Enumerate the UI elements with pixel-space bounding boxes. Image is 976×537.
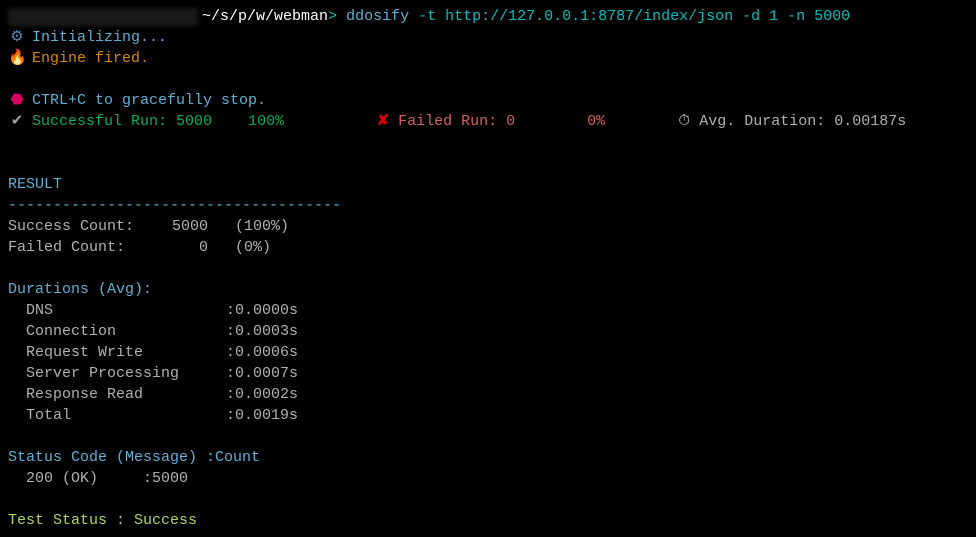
avg-duration-value: 0.00187s <box>834 111 906 132</box>
failed-run-segment: ✘ Failed Run: 0 0% <box>374 111 605 132</box>
x-icon: ✘ <box>374 111 392 132</box>
duration-row: Request Write:0.0006s <box>8 342 968 363</box>
status-code-heading: Status Code (Message) :Count <box>8 447 968 468</box>
failed-run-label: Failed Run: <box>398 111 497 132</box>
failed-count-pct: (0%) <box>235 237 271 258</box>
terminal-output: ~/s/p/w/webman > ddosify -t http://127.0… <box>0 0 976 537</box>
successful-run-count: 5000 <box>176 111 212 132</box>
duration-value: :0.0007s <box>226 363 298 384</box>
current-path: ~/s/p/w/webman <box>202 6 328 27</box>
result-divider: ------------------------------------- <box>8 195 968 216</box>
duration-row: DNS:0.0000s <box>8 300 968 321</box>
stats-row: ✔ Successful Run: 5000 100% ✘ Failed Run… <box>8 111 968 132</box>
status-code-row: 200 (OK) :5000 <box>8 468 968 489</box>
duration-label: Connection <box>26 321 226 342</box>
duration-value: :0.0000s <box>226 300 298 321</box>
engine-fired-text: Engine fired. <box>32 48 149 69</box>
command-args: -t http://127.0.0.1:8787/index/json -d 1… <box>418 6 850 27</box>
duration-label: Total <box>26 405 226 426</box>
test-status-value: Success <box>134 510 197 531</box>
failed-count-label: Failed Count: <box>8 237 148 258</box>
durations-heading: Durations (Avg): <box>8 279 968 300</box>
duration-row: Total:0.0019s <box>8 405 968 426</box>
success-count-pct: (100%) <box>235 216 289 237</box>
ctrlc-line: ⬣ CTRL+C to gracefully stop. <box>8 90 968 111</box>
gear-icon: ⚙ <box>8 27 26 48</box>
duration-row: Server Processing:0.0007s <box>8 363 968 384</box>
duration-label: Server Processing <box>26 363 226 384</box>
engine-fired-line: 🔥 Engine fired. <box>8 48 968 69</box>
failed-run-pct: 0% <box>587 111 605 132</box>
success-count-label: Success Count: <box>8 216 148 237</box>
duration-label: DNS <box>26 300 226 321</box>
check-icon: ✔ <box>8 111 26 132</box>
initializing-text: Initializing... <box>32 27 167 48</box>
successful-run-pct: 100% <box>248 111 284 132</box>
duration-label: Response Read <box>26 384 226 405</box>
failed-run-count: 0 <box>506 111 515 132</box>
avg-duration-segment: ⏱ Avg. Duration: 0.00187s <box>675 111 906 132</box>
successful-run-segment: ✔ Successful Run: 5000 100% <box>8 111 284 132</box>
duration-value: :0.0002s <box>226 384 298 405</box>
duration-value: :0.0003s <box>226 321 298 342</box>
command-name[interactable]: ddosify <box>346 6 409 27</box>
duration-value: :0.0006s <box>226 342 298 363</box>
result-heading: RESULT <box>8 174 968 195</box>
successful-run-label: Successful Run: <box>32 111 167 132</box>
success-count-row: Success Count: 5000 (100%) <box>8 216 968 237</box>
test-status-label: Test Status : <box>8 510 125 531</box>
prompt-separator: > <box>328 6 337 27</box>
ctrlc-text: CTRL+C to gracefully stop. <box>32 90 266 111</box>
success-count-value: 5000 <box>148 216 208 237</box>
failed-count-value: 0 <box>148 237 208 258</box>
avg-duration-label: Avg. Duration: <box>699 111 825 132</box>
stop-icon: ⬣ <box>8 90 26 111</box>
initializing-line: ⚙ Initializing... <box>8 27 968 48</box>
blurred-user-host <box>8 8 198 26</box>
duration-row: Response Read:0.0002s <box>8 384 968 405</box>
duration-value: :0.0019s <box>226 405 298 426</box>
prompt-line: ~/s/p/w/webman > ddosify -t http://127.0… <box>8 6 968 27</box>
stopwatch-icon: ⏱ <box>675 111 693 132</box>
duration-label: Request Write <box>26 342 226 363</box>
failed-count-row: Failed Count: 0 (0%) <box>8 237 968 258</box>
duration-row: Connection:0.0003s <box>8 321 968 342</box>
fire-icon: 🔥 <box>8 48 26 69</box>
test-status-row: Test Status : Success <box>8 510 968 531</box>
